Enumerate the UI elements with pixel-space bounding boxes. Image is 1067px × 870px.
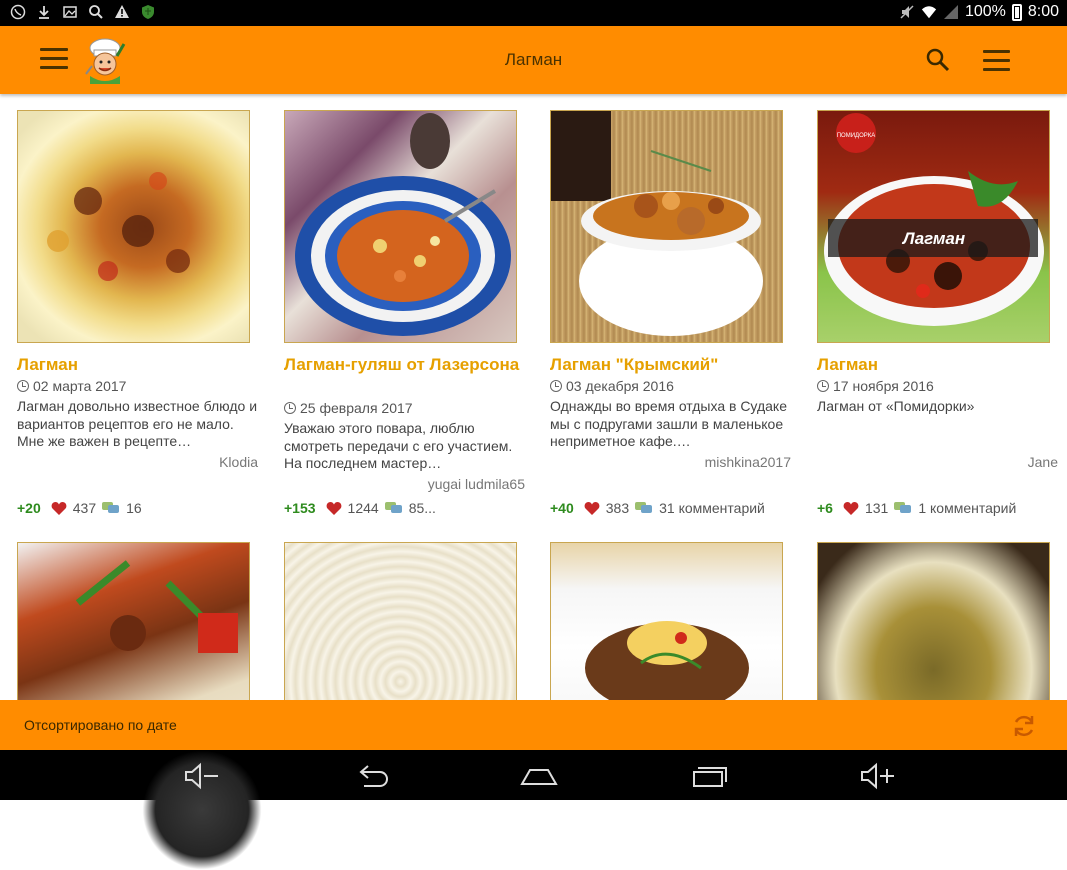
warning-icon [115,5,129,18]
download-icon [39,6,49,19]
recipe-date: 02 марта 2017 [17,378,126,394]
recipe-photo[interactable] [284,110,517,343]
recipe-date: 03 декабря 2016 [550,378,674,394]
date-text: 02 марта 2017 [33,378,127,394]
recipe-description: Однажды во время отдыха в Судаке мы с по… [550,398,787,449]
app-bar: Лагман [0,26,1067,94]
battery-percent: 100% [964,3,1006,20]
comment-icon[interactable] [102,501,120,515]
comment-icon[interactable] [635,501,653,515]
likes-count: 1244 [347,500,379,516]
heart-icon[interactable] [326,501,342,516]
comment-icon[interactable] [894,501,912,515]
recipe-card[interactable]: Лагман 02 марта 2017 Лагман довольно изв… [17,110,267,516]
clock-time: 8:00 [1027,3,1059,20]
recipe-photo[interactable] [17,542,250,700]
comments-count: 31 комментарий [659,500,765,516]
back-icon[interactable] [352,762,392,790]
search-icon[interactable] [924,46,952,74]
system-indicators: 100% 8:00 [899,3,1059,21]
date-text: 25 февраля 2017 [300,400,413,416]
image-icon [63,6,77,18]
recipe-title[interactable]: Лагман [17,354,267,376]
signal-icon [943,5,958,19]
clock-icon [550,380,562,392]
clock-icon [17,380,29,392]
recipe-description: Лагман довольно известное блюдо и вариан… [17,398,258,449]
recipe-author[interactable]: Klodia [17,454,258,470]
recipe-title[interactable]: Лагман "Крымский" [550,354,800,376]
heart-icon[interactable] [584,501,600,516]
recipe-author[interactable]: mishkina2017 [550,454,791,470]
recipe-card[interactable]: ПОМИДОРКА Лагман Лагман 17 ноября 2016 Л… [817,110,1067,516]
recipe-date: 17 ноября 2016 [817,378,934,394]
recipe-description: Уважаю этого повара, люблю смотреть пере… [284,420,513,471]
page-title: Лагман [504,50,563,69]
overflow-menu-icon[interactable] [983,50,1010,72]
recipe-photo[interactable] [17,110,250,343]
refresh-icon[interactable] [1010,712,1038,740]
volume-up-icon[interactable] [858,762,898,790]
date-text: 03 декабря 2016 [566,378,674,394]
recipe-photo[interactable] [550,110,783,343]
heart-icon[interactable] [51,501,67,516]
viber-icon [10,4,26,20]
comment-icon[interactable] [384,501,403,515]
likes-count: 437 [72,500,97,516]
clock-icon [817,380,829,392]
recipe-title[interactable]: Лагман-гуляш от Лазерсона [284,354,534,376]
recipe-photo[interactable] [550,542,783,700]
mute-icon [900,5,914,19]
photo-overlay-title: Лагман [901,229,965,248]
photo-badge-text: ПОМИДОРКА [837,133,876,139]
home-icon[interactable] [519,762,559,790]
recipe-stats: +20 437 16 [17,500,142,516]
wifi-icon [921,6,937,19]
comments-count: 16 [126,500,142,516]
recent-apps-icon[interactable] [690,762,730,790]
search-icon [89,5,103,19]
comments-count: 85... [408,500,436,516]
recipe-date: 25 февраля 2017 [284,400,413,416]
heart-icon[interactable] [843,501,859,516]
recipe-description: Лагман от «Помидорки» [817,398,975,414]
rating-value: +20 [17,500,41,516]
volume-down-icon[interactable] [182,762,222,790]
likes-count: 383 [605,500,630,516]
clock-icon [284,402,296,414]
recipe-photo[interactable] [284,542,517,700]
recipe-title[interactable]: Лагман [817,354,1067,376]
recipe-card[interactable]: Лагман "Крымский" 03 декабря 2016 Однажд… [550,110,800,516]
rating-value: +153 [284,500,316,516]
rating-value: +40 [550,500,574,516]
recipe-stats: +6 131 1 комментарий [817,500,1016,516]
sort-label[interactable]: Отсортировано по дате [24,717,177,733]
recipe-stats: +40 383 31 комментарий [550,500,765,516]
recipe-author[interactable]: Jane [817,454,1058,470]
date-text: 17 ноября 2016 [833,378,934,394]
rating-value: +6 [817,500,833,516]
likes-count: 131 [864,500,889,516]
notification-icons [10,4,156,20]
recipe-photo[interactable] [817,542,1050,700]
recipe-card[interactable]: Лагман-гуляш от Лазерсона 25 февраля 201… [284,110,534,516]
recipe-author[interactable]: yugai ludmila65 [284,476,525,492]
battery-icon [1011,3,1022,21]
recipe-photo[interactable]: ПОМИДОРКА Лагман [817,110,1050,343]
shield-icon [142,5,154,19]
recipe-grid: Лагман 02 марта 2017 Лагман довольно изв… [0,94,1067,700]
comments-count: 1 комментарий [918,500,1017,516]
sort-bar: Отсортировано по дате [0,700,1067,750]
status-bar: 100% 8:00 [0,0,1067,26]
recipe-stats: +153 1244 85... [284,500,436,516]
